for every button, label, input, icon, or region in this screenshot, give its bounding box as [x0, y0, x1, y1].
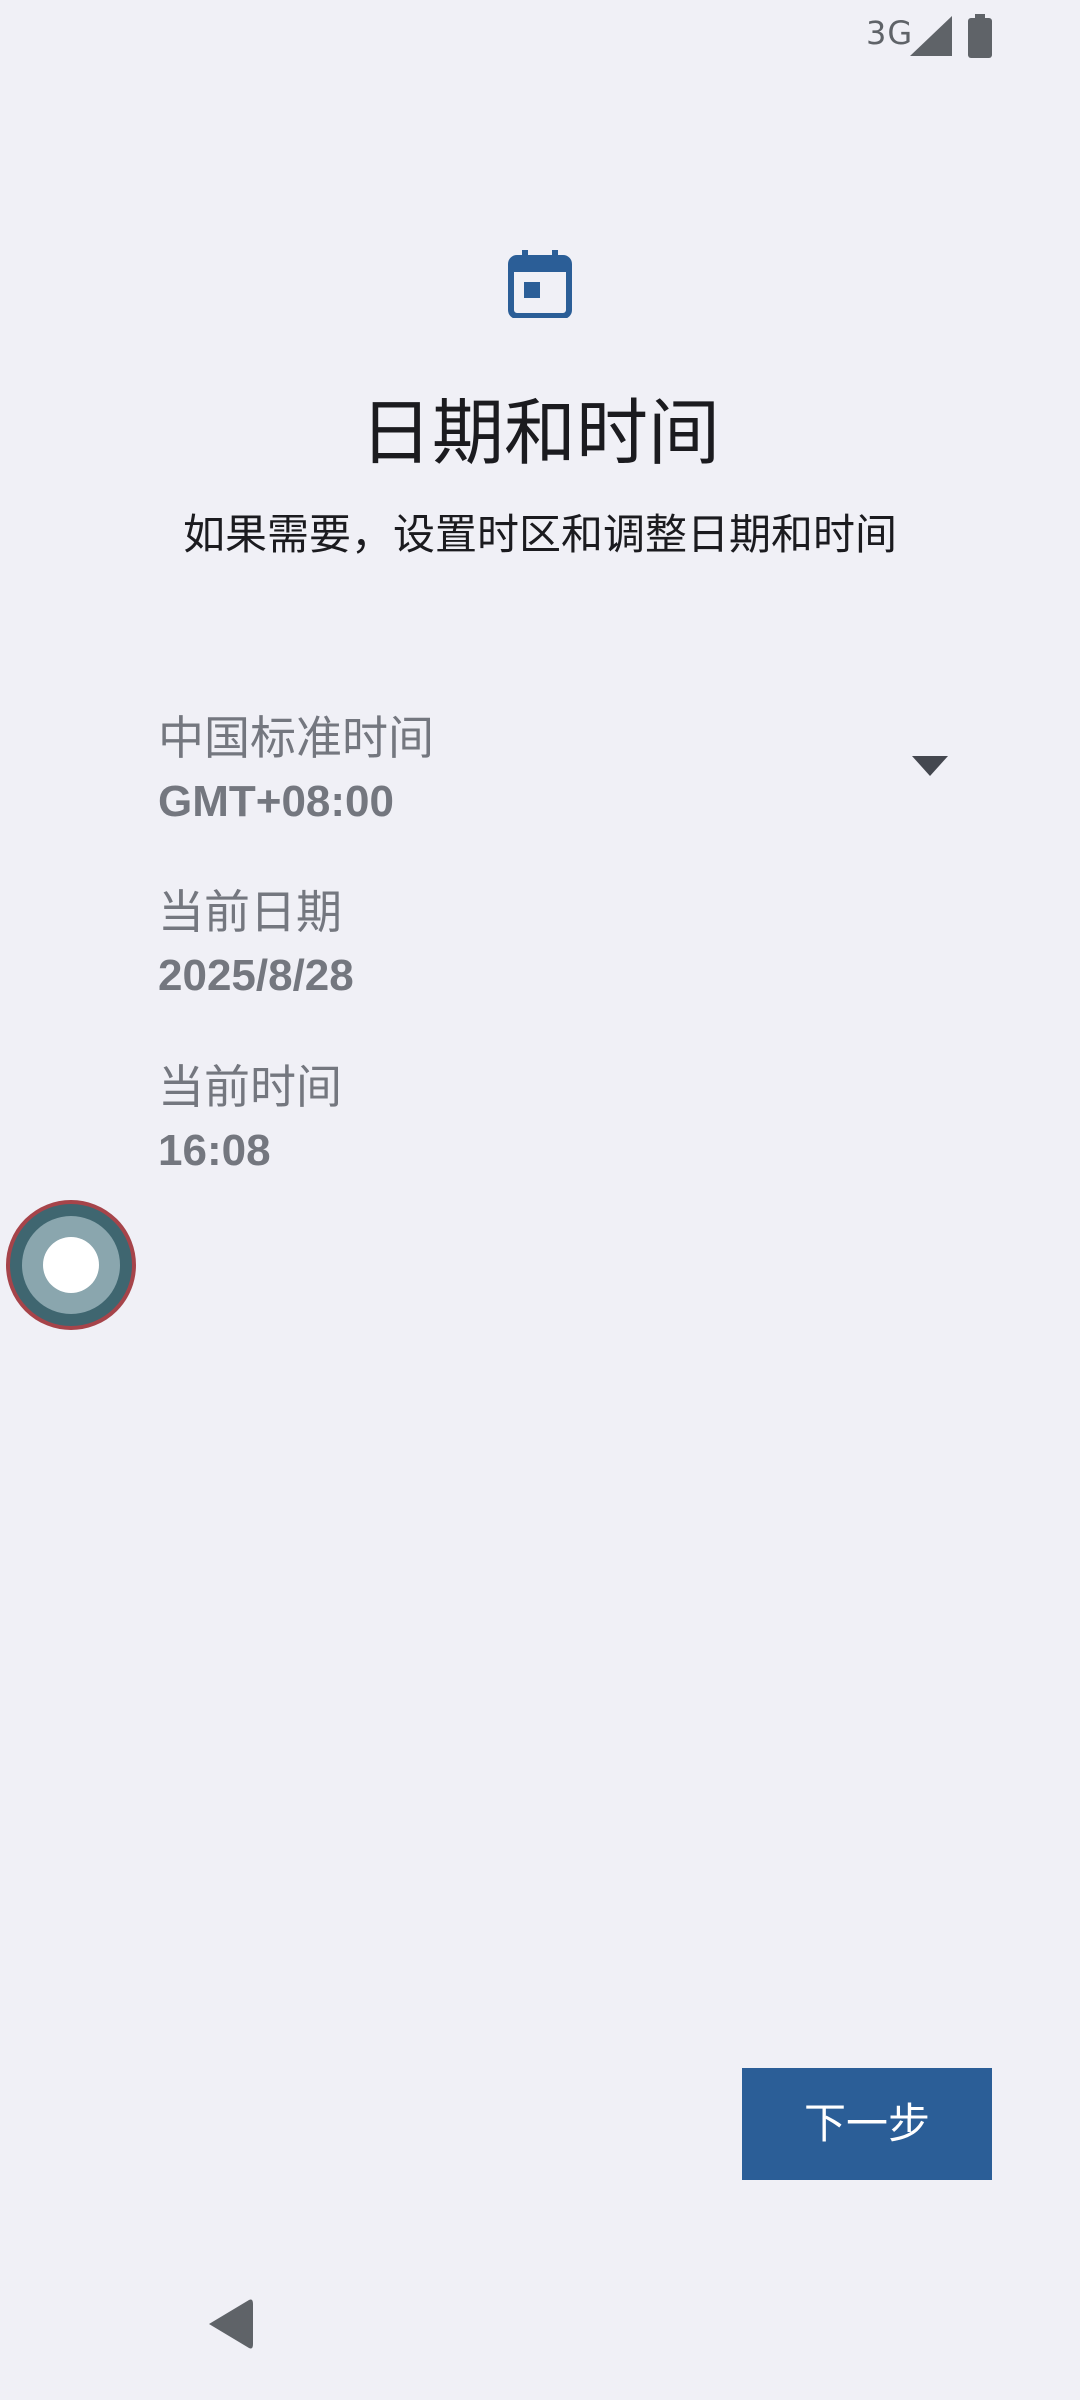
floating-button-core	[43, 1237, 99, 1293]
page-title: 日期和时间	[359, 391, 720, 475]
date-setting[interactable]: 当前日期 2025/8/28	[158, 882, 958, 1006]
cell-signal-icon	[910, 16, 952, 56]
back-triangle-icon[interactable]	[205, 2296, 255, 2352]
timezone-selector[interactable]: 中国标准时间 GMT+08:00	[158, 708, 958, 832]
dropdown-arrow-icon[interactable]	[912, 756, 948, 776]
date-label: 当前日期	[158, 885, 342, 939]
time-label: 当前时间	[158, 1060, 342, 1114]
next-button[interactable]: 下一步	[742, 2068, 992, 2180]
time-setting[interactable]: 当前时间 16:08	[158, 1057, 958, 1181]
status-bar: 3G	[0, 0, 1080, 72]
time-value: 16:08	[158, 1126, 271, 1175]
timezone-value: GMT+08:00	[158, 777, 394, 826]
calendar-icon	[508, 250, 572, 318]
floating-assist-button[interactable]	[6, 1200, 136, 1330]
network-type: 3G	[866, 14, 914, 52]
page-subtitle: 如果需要，设置时区和调整日期和时间	[182, 510, 897, 559]
date-value: 2025/8/28	[158, 951, 354, 1000]
battery-icon	[968, 14, 992, 58]
timezone-label: 中国标准时间	[158, 711, 434, 765]
